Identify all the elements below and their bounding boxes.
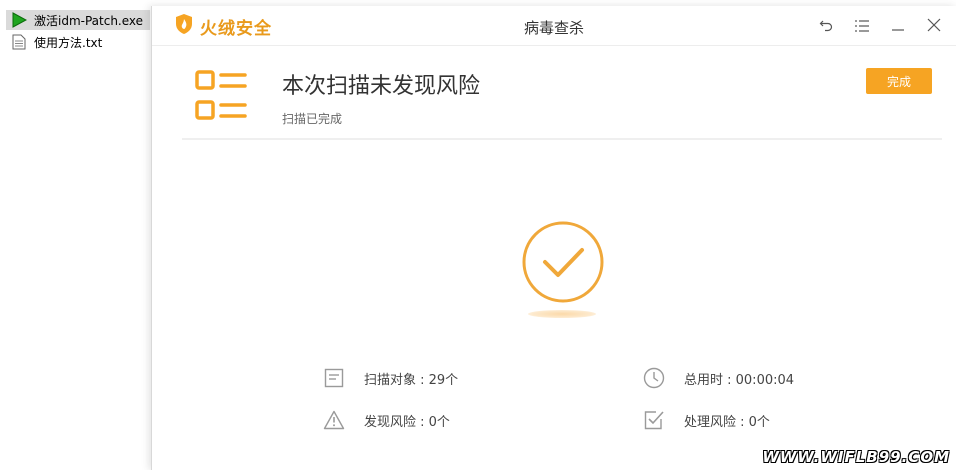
checkbox-check-icon xyxy=(642,408,666,432)
clock-icon xyxy=(642,366,666,390)
scan-objects-text: 扫描对象 : 29个 xyxy=(364,372,459,388)
window-controls xyxy=(808,14,952,38)
report-list-icon xyxy=(195,70,249,126)
document-icon xyxy=(322,366,346,390)
scan-result-header: 本次扫描未发现风险 扫描已完成 完成 xyxy=(182,46,942,140)
close-icon xyxy=(927,17,941,36)
back-button[interactable] xyxy=(808,14,844,38)
stat-risks-found: 发现风险 : 0个 xyxy=(322,408,450,432)
undo-arrow-icon xyxy=(819,17,833,36)
stat-scan-objects: 扫描对象 : 29个 xyxy=(322,366,458,390)
file-item-readme-txt[interactable]: 使用方法.txt xyxy=(6,32,150,52)
menu-button[interactable] xyxy=(844,14,880,38)
text-file-icon xyxy=(10,34,28,50)
green-play-icon xyxy=(10,12,28,28)
list-menu-icon xyxy=(855,17,869,36)
virus-scan-dialog: 火绒安全 病毒查杀 本次扫描未发现风险 扫描已完成 完成 扫描对象: 29个 … xyxy=(151,6,956,470)
total-time-text: 总用时 : 00:00:04 xyxy=(684,372,795,388)
warning-icon xyxy=(322,408,346,432)
stat-total-time: 总用时 : 00:00:04 xyxy=(642,366,794,390)
file-item-patch-exe[interactable]: 激活idm-Patch.exe xyxy=(6,10,150,30)
file-name: 使用方法.txt xyxy=(34,35,103,50)
site-watermark: WWW.WIFLB99.COM xyxy=(762,448,950,466)
done-button[interactable]: 完成 xyxy=(866,68,932,94)
scan-status-text: 扫描已完成 xyxy=(282,112,343,126)
success-check-icon xyxy=(521,220,605,304)
close-button[interactable] xyxy=(916,14,952,38)
title-bar[interactable]: 火绒安全 病毒查杀 xyxy=(152,6,956,46)
risks-handled-text: 处理风险 : 0个 xyxy=(684,414,770,430)
minimize-icon xyxy=(891,17,905,36)
minimize-button[interactable] xyxy=(880,14,916,38)
check-shadow xyxy=(528,310,596,318)
risks-found-text: 发现风险 : 0个 xyxy=(364,414,450,430)
file-name: 激活idm-Patch.exe xyxy=(34,13,144,28)
scan-result-headline: 本次扫描未发现风险 xyxy=(282,74,481,99)
stat-risks-handled: 处理风险 : 0个 xyxy=(642,408,770,432)
